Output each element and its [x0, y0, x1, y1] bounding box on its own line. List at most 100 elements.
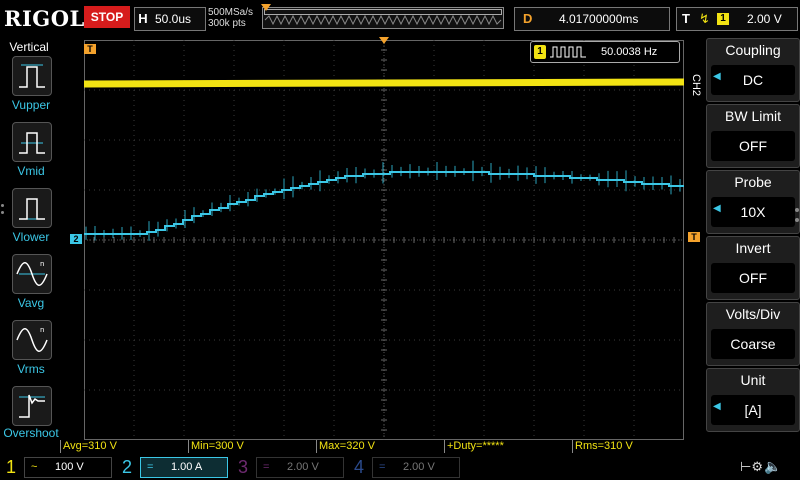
vavg-button[interactable]: n	[12, 254, 52, 294]
acquisition-info: 500MSa/s 300k pts	[208, 7, 253, 29]
trigger-label: T	[682, 11, 690, 26]
ch4-box: = 2.00 V	[372, 457, 460, 478]
coupling-value: DC	[711, 65, 795, 95]
frequency-counter: 1 50.0038 Hz	[530, 41, 680, 63]
vrms-label: Vrms	[17, 362, 45, 376]
speaker-muted-icon[interactable]: 🔈	[764, 458, 781, 475]
bw-limit-value: OFF	[711, 131, 795, 161]
vlower-icon	[19, 198, 45, 220]
ch4-status[interactable]: 4 = 2.00 V	[348, 455, 464, 480]
memory-position-bar[interactable]	[261, 4, 504, 29]
trigger-level-marker[interactable]: T	[688, 232, 700, 242]
horizontal-trigger-marker[interactable]: T	[84, 44, 96, 54]
ch4-coupling: =	[379, 461, 386, 473]
vavg-label: Vavg	[17, 296, 45, 310]
delay-display[interactable]: D 4.01700000ms	[514, 7, 670, 31]
probe-arrow-icon: ◀	[713, 203, 721, 214]
ch2-offset-marker[interactable]: 2	[70, 234, 82, 244]
menu-page-dot	[795, 218, 799, 222]
ch1-coupling: ~	[31, 461, 38, 473]
counter-channel: 1	[534, 45, 546, 59]
channel-status-bar: 1 ~ 100 V 2 = 1.00 A 3 = 2.00 V 4 = 2.00…	[0, 455, 800, 480]
menu-page-dot	[795, 208, 799, 212]
measurement-duty[interactable]: +Duty=*****	[444, 440, 504, 453]
vmid-icon	[19, 132, 45, 154]
channel-tab: CH2	[690, 73, 702, 96]
usb-icon: ⊢⚙	[740, 459, 763, 474]
vertical-measure-menu: Vertical Vupper Vmid Vlower n Vavg n Vrm…	[0, 36, 62, 440]
ch1-status[interactable]: 1 ~ 100 V	[0, 455, 116, 480]
unit-value: [A]	[711, 395, 795, 425]
volts-div-title: Volts/Div	[725, 306, 781, 322]
top-status-bar: RIGOL STOP H 50.0us 500MSa/s 300k pts D …	[0, 0, 800, 36]
vupper-label: Vupper	[11, 98, 51, 112]
measurement-min[interactable]: Min=300 V	[188, 440, 244, 453]
ch2-box: = 1.00 A	[140, 457, 228, 478]
waveform-display[interactable]	[84, 40, 684, 440]
ch2-coupling: =	[147, 461, 154, 473]
coupling-title: Coupling	[725, 42, 781, 58]
memory-depth: 300k pts	[208, 18, 246, 29]
ch1-waveform	[84, 78, 684, 88]
volts-div-menu-item[interactable]: Volts/Div Coarse	[706, 302, 800, 366]
ch3-scale: 2.00 V	[287, 461, 319, 473]
trigger-position-marker[interactable]	[379, 37, 389, 45]
ch2-number: 2	[121, 457, 132, 477]
bw-limit-title: BW Limit	[725, 108, 781, 124]
ch1-number: 1	[5, 457, 16, 477]
timebase-display[interactable]: H 50.0us	[134, 7, 206, 31]
ch1-scale: 100 V	[55, 461, 84, 473]
overshoot-button[interactable]	[12, 386, 52, 426]
vlower-button[interactable]	[12, 188, 52, 228]
invert-title: Invert	[735, 240, 771, 256]
volts-div-value: Coarse	[711, 329, 795, 359]
bw-limit-menu-item[interactable]: BW Limit OFF	[706, 104, 800, 168]
vavg-icon: n	[16, 260, 48, 286]
unit-menu-item[interactable]: Unit [A] ◀	[706, 368, 800, 432]
run-stop-status[interactable]: STOP	[84, 6, 130, 28]
brand-logo: RIGOL	[4, 6, 85, 31]
ch4-number: 4	[353, 457, 364, 477]
ch4-scale: 2.00 V	[403, 461, 435, 473]
invert-menu-item[interactable]: Invert OFF	[706, 236, 800, 300]
vrms-icon: n	[16, 326, 48, 352]
probe-title: Probe	[734, 174, 772, 190]
probe-menu-item[interactable]: Probe 10X ◀	[706, 170, 800, 234]
ch3-box: = 2.00 V	[256, 457, 344, 478]
ch1-box: ~ 100 V	[24, 457, 112, 478]
ch2-status[interactable]: 2 = 1.00 A	[116, 455, 232, 480]
svg-text:n: n	[40, 326, 44, 334]
unit-title: Unit	[740, 372, 766, 388]
delay-label: D	[523, 11, 533, 26]
svg-text:n: n	[40, 260, 44, 268]
menu-title: Vertical	[9, 40, 49, 54]
ch3-status[interactable]: 3 = 2.00 V	[232, 455, 348, 480]
square-wave-icon	[550, 46, 586, 58]
measurement-avg[interactable]: Avg=310 V	[60, 440, 117, 453]
trigger-level-value: 2.00 V	[747, 12, 782, 26]
timebase-value: 50.0us	[155, 12, 192, 26]
vupper-icon	[19, 64, 45, 88]
vupper-button[interactable]	[12, 56, 52, 96]
coupling-arrow-icon: ◀	[713, 71, 721, 82]
vmid-button[interactable]	[12, 122, 52, 162]
trigger-display[interactable]: T ↯ 1 2.00 V	[676, 7, 798, 31]
invert-value: OFF	[711, 263, 795, 293]
memory-trigger-marker	[261, 4, 271, 11]
probe-value: 10X	[711, 197, 795, 227]
unit-arrow-icon: ◀	[713, 401, 721, 412]
ch3-number: 3	[237, 457, 248, 477]
measurement-rms[interactable]: Rms=310 V	[572, 440, 633, 453]
ch3-coupling: =	[263, 461, 270, 473]
overshoot-label: Overshoot	[3, 426, 59, 440]
sample-rate: 500MSa/s	[208, 7, 254, 18]
vrms-button[interactable]: n	[12, 320, 52, 360]
coupling-menu-item[interactable]: Coupling DC ◀	[706, 38, 800, 102]
vmid-label: Vmid	[17, 164, 45, 178]
rising-edge-icon: ↯	[699, 11, 710, 26]
channel-settings-menu: Coupling DC ◀ BW Limit OFF Probe 10X ◀ I…	[704, 38, 800, 438]
memory-waveform-thumb	[264, 14, 502, 26]
measurement-max[interactable]: Max=320 V	[316, 440, 375, 453]
measurement-bar: Avg=310 V Min=300 V Max=320 V +Duty=****…	[60, 440, 700, 454]
trigger-source: 1	[717, 13, 729, 25]
